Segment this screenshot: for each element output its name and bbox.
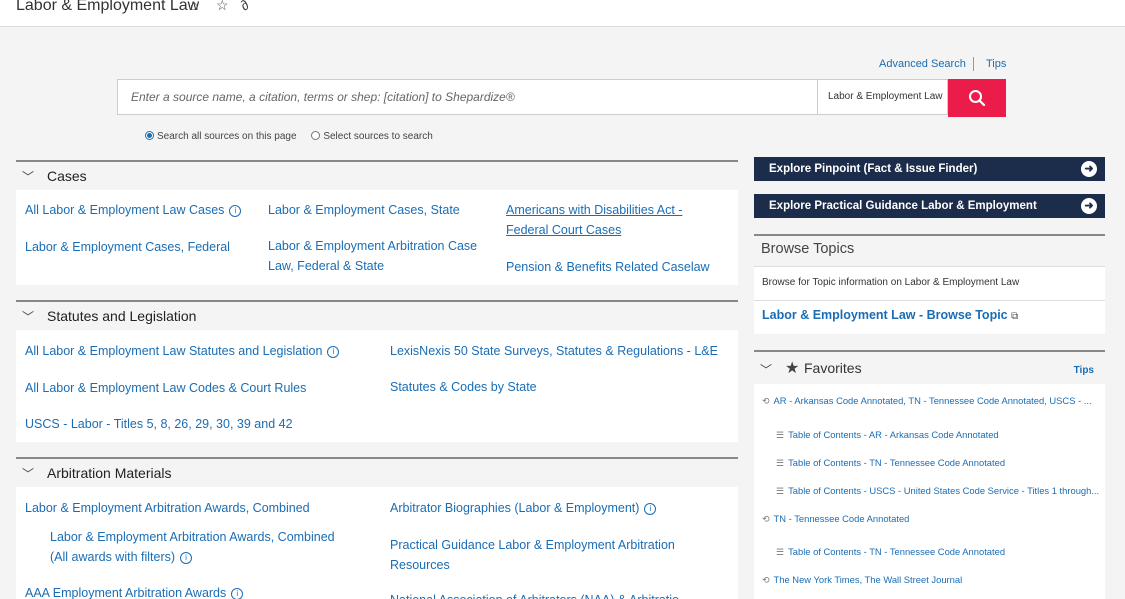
top-bar: Labor & Employment Law ⌂ ☆ ∂ bbox=[0, 0, 1125, 27]
search-tips-link[interactable]: Tips bbox=[986, 58, 1006, 70]
radio-all-sources[interactable] bbox=[145, 131, 154, 140]
search-scope[interactable]: Labor & Employment Law bbox=[817, 79, 948, 115]
paperclip-icon[interactable]: ∂ bbox=[237, 0, 252, 14]
link-cases-federal[interactable]: Labor & Employment Cases, Federal bbox=[25, 237, 230, 257]
arbitration-title: Arbitration Materials bbox=[47, 465, 172, 481]
info-icon[interactable]: i bbox=[231, 588, 244, 599]
browse-topics-panel: Browse Topics Browse for Topic informati… bbox=[754, 234, 1105, 334]
divider bbox=[754, 266, 1105, 267]
link-practical-guidance-arbitration[interactable]: Practical Guidance Labor & Employment Ar… bbox=[390, 535, 675, 575]
home-icon[interactable]: ⌂ bbox=[190, 0, 198, 13]
search-box bbox=[117, 79, 817, 115]
favorite-item[interactable]: ☰ Table of Contents - TN - Tennessee Code… bbox=[776, 546, 1005, 558]
search-button[interactable] bbox=[948, 79, 1006, 117]
external-link-icon: ⧉ bbox=[1011, 311, 1019, 322]
browse-topics-title: Browse Topics bbox=[761, 241, 855, 257]
link-ada-cases[interactable]: Americans with Disabilities Act - Federal… bbox=[506, 200, 682, 240]
favorite-item[interactable]: ☰ Table of Contents - AR - Arkansas Code … bbox=[776, 429, 999, 441]
toc-icon: ☰ bbox=[776, 458, 785, 468]
arbitration-panel: ﹀ Arbitration Materials Labor & Employme… bbox=[16, 457, 738, 599]
cases-panel: ﹀ Cases All Labor & Employment Law Cases… bbox=[16, 160, 738, 285]
info-icon[interactable]: i bbox=[327, 346, 340, 358]
arrow-right-icon: ➜ bbox=[1081, 198, 1097, 214]
browse-topics-description: Browse for Topic information on Labor & … bbox=[762, 277, 1020, 288]
radio-select-sources[interactable] bbox=[311, 131, 321, 140]
divider bbox=[973, 57, 974, 71]
statutes-title: Statutes and Legislation bbox=[47, 308, 197, 324]
link-all-statutes[interactable]: All Labor & Employment Law Statutes and … bbox=[25, 341, 340, 361]
link-all-cases[interactable]: All Labor & Employment Law Cases i bbox=[25, 200, 242, 220]
statutes-panel: ﹀ Statutes and Legislation All Labor & E… bbox=[16, 300, 738, 442]
toc-icon: ☰ bbox=[776, 430, 785, 440]
search-input[interactable] bbox=[118, 80, 811, 114]
info-icon[interactable]: i bbox=[229, 205, 242, 217]
link-cases-state[interactable]: Labor & Employment Cases, State bbox=[268, 200, 460, 220]
chevron-down-icon[interactable]: ﹀ bbox=[22, 465, 34, 482]
link-arbitrator-biographies[interactable]: Arbitrator Biographies (Labor & Employme… bbox=[390, 498, 657, 518]
search-icon bbox=[969, 90, 986, 107]
toc-icon: ☰ bbox=[776, 486, 785, 496]
chevron-down-icon[interactable]: ﹀ bbox=[22, 308, 34, 325]
cases-header[interactable]: ﹀ Cases bbox=[16, 162, 738, 190]
search-history-icon: ⟲ bbox=[762, 575, 770, 585]
favorite-item[interactable]: ⟲ AR - Arkansas Code Annotated, TN - Tenn… bbox=[762, 395, 1092, 407]
page-title: Labor & Employment Law bbox=[16, 0, 200, 14]
radio-select-label: Select sources to search bbox=[323, 131, 433, 142]
explore-practical-guidance-button[interactable]: Explore Practical Guidance Labor & Emplo… bbox=[754, 194, 1105, 218]
link-arbitration-caselaw[interactable]: Labor & Employment Arbitration Case Law, … bbox=[268, 236, 477, 276]
browse-topic-link[interactable]: Labor & Employment Law - Browse Topic ⧉ bbox=[762, 308, 1018, 322]
explore-pinpoint-button[interactable]: Explore Pinpoint (Fact & Issue Finder) ➜ bbox=[754, 157, 1105, 181]
link-pension-caselaw[interactable]: Pension & Benefits Related Caselaw bbox=[506, 257, 710, 277]
link-statutes-by-state[interactable]: Statutes & Codes by State bbox=[390, 377, 537, 397]
star-icon: ★ bbox=[785, 360, 800, 377]
arbitration-header[interactable]: ﹀ Arbitration Materials bbox=[16, 459, 738, 487]
divider bbox=[754, 300, 1105, 301]
arrow-right-icon: ➜ bbox=[1081, 161, 1097, 177]
statutes-header[interactable]: ﹀ Statutes and Legislation bbox=[16, 302, 738, 330]
favorite-item[interactable]: ⟲ The New York Times, The Wall Street Jou… bbox=[762, 574, 962, 586]
info-icon[interactable]: i bbox=[180, 552, 193, 564]
search-history-icon: ⟲ bbox=[762, 514, 770, 524]
cases-title: Cases bbox=[47, 168, 87, 184]
explore-practical-label: Explore Practical Guidance Labor & Emplo… bbox=[769, 200, 1037, 212]
info-icon[interactable]: i bbox=[644, 503, 657, 515]
favorite-item[interactable]: ☰ Table of Contents - USCS - United State… bbox=[776, 485, 1099, 497]
chevron-down-icon[interactable]: ﹀ bbox=[22, 168, 34, 185]
favorite-item[interactable]: ⟲ TN - Tennessee Code Annotated bbox=[762, 513, 909, 525]
favorite-item[interactable]: ☰ Table of Contents - TN - Tennessee Code… bbox=[776, 457, 1005, 469]
radio-all-label: Search all sources on this page bbox=[157, 131, 297, 142]
explore-pinpoint-label: Explore Pinpoint (Fact & Issue Finder) bbox=[769, 163, 978, 175]
search-scope-radios: Search all sources on this page Select s… bbox=[145, 131, 433, 142]
link-naa[interactable]: National Association of Arbitrators (NAA… bbox=[390, 590, 679, 599]
chevron-down-icon[interactable]: ﹀ bbox=[760, 361, 772, 378]
link-uscs-labor[interactable]: USCS - Labor - Titles 5, 8, 26, 29, 30, … bbox=[25, 414, 293, 434]
link-codes-court-rules[interactable]: All Labor & Employment Law Codes & Court… bbox=[25, 378, 306, 398]
link-50-state-surveys[interactable]: LexisNexis 50 State Surveys, Statutes & … bbox=[390, 341, 718, 361]
link-arbitration-awards-combined[interactable]: Labor & Employment Arbitration Awards, C… bbox=[25, 498, 310, 518]
link-arbitration-awards-all[interactable]: Labor & Employment Arbitration Awards, C… bbox=[50, 527, 335, 567]
favorites-tips-link[interactable]: Tips bbox=[1074, 365, 1094, 376]
advanced-search-link[interactable]: Advanced Search bbox=[879, 58, 966, 70]
favorites-panel: ﹀ ★ Favorites Tips ⟲ AR - Arkansas Code A… bbox=[754, 350, 1105, 599]
search-history-icon: ⟲ bbox=[762, 396, 770, 406]
toc-icon: ☰ bbox=[776, 547, 785, 557]
star-icon[interactable]: ☆ bbox=[216, 0, 229, 14]
favorites-title: Favorites bbox=[804, 360, 862, 376]
